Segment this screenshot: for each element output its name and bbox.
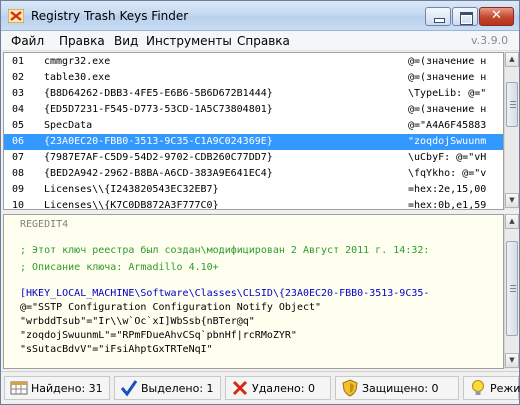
- status-found: Найдено: 31: [4, 376, 110, 400]
- grip-line: [510, 104, 516, 105]
- menu-help[interactable]: Справка: [237, 34, 290, 48]
- row-index: 05: [12, 120, 25, 131]
- protected-count-label: Защищено: 0: [362, 382, 439, 395]
- row-value: @=(значение н: [408, 104, 487, 115]
- menu-tools[interactable]: Инструменты: [146, 34, 232, 48]
- reg-comment-description: ; Описание ключа: Armadillo 4.10+: [20, 262, 219, 273]
- reg-value-line: "sSutacBdvV"="iFsiAhptGxTRTeNqI": [20, 344, 213, 355]
- lightbulb-icon: [472, 380, 484, 395]
- row-index: 06: [12, 136, 25, 147]
- row-key-name: cmmgr32.exe: [44, 56, 111, 67]
- window-title: Registry Trash Keys Finder: [31, 9, 189, 23]
- title-bar: Registry Trash Keys Finder: [1, 1, 519, 31]
- reg-key-path: [HKEY_LOCAL_MACHINE\Software\Classes\CLS…: [20, 288, 430, 299]
- grip-line: [510, 288, 516, 289]
- row-index: 04: [12, 104, 25, 115]
- menu-view[interactable]: Вид: [114, 34, 138, 48]
- reg-value-line: "wrbddTsub"="Ir\\w`Oc`xI]WbSsb{nBTer@q": [20, 316, 255, 327]
- row-index: 09: [12, 184, 25, 195]
- grip-line: [510, 291, 516, 292]
- grid-icon: [10, 381, 28, 395]
- list-row[interactable]: 04 {ED5D7231-F545-D773-53CD-1A5C73804801…: [4, 102, 503, 118]
- row-value: \uCbyF: @="vH: [408, 152, 487, 163]
- row-value: "zoqdojSwuunm: [408, 136, 487, 147]
- row-key-name: SpecData: [44, 120, 93, 131]
- app-window: Registry Trash Keys Finder Файл Правка В…: [0, 0, 520, 405]
- list-row[interactable]: 03 {B8D64262-DBB3-4FE5-E6B6-5B6D672B1444…: [4, 86, 503, 102]
- close-button[interactable]: [479, 7, 514, 26]
- row-value: @=(значение н: [408, 56, 487, 67]
- scroll-thumb[interactable]: [506, 241, 518, 336]
- version-label: v.3.9.0: [471, 34, 509, 47]
- shield-icon: [342, 379, 358, 397]
- reg-value-line: @="SSTP Configuration Configuration Noti…: [20, 302, 322, 313]
- row-index: 07: [12, 152, 25, 163]
- status-bar: Найдено: 31 Выделено: 1 Удалено: 0 Защищ…: [1, 371, 520, 404]
- scroll-down-arrow-icon[interactable]: ▼: [505, 353, 519, 368]
- row-index: 01: [12, 56, 25, 67]
- found-count-label: Найдено: 31: [31, 382, 103, 395]
- reg-comment-modified: ; Этот ключ реестра был создан\модифицир…: [20, 245, 430, 256]
- list-row[interactable]: 10 Licenses\\{K7C0DB872A3F777C0} =hex:0b…: [4, 198, 503, 210]
- status-protected: Защищено: 0: [335, 376, 459, 400]
- delete-x-icon: [232, 380, 248, 396]
- row-value: @=(значение н: [408, 72, 487, 83]
- grip-line: [510, 107, 516, 108]
- row-value: \fqYkho: @="v: [408, 168, 487, 179]
- status-selected: Выделено: 1: [114, 376, 221, 400]
- list-row-selected[interactable]: 06 {23A0EC20-FBB0-3513-9C35-C1A9C024369E…: [4, 134, 503, 150]
- selected-count-label: Выделено: 1: [141, 382, 214, 395]
- menu-bar: Файл Правка Вид Инструменты Справка v.3.…: [1, 31, 519, 51]
- registry-text-pane[interactable]: REGEDIT4 ; Этот ключ реестра был создан\…: [3, 214, 504, 369]
- scroll-thumb[interactable]: [506, 82, 518, 127]
- row-key-name: {7987E7AF-C5D9-54D2-9702-CDB260C77DD7}: [44, 152, 273, 163]
- reg-value-line: "zoqdojSwuunmL"="RPmFDueAhvCSq`pbnHf|rcR…: [20, 330, 297, 341]
- list-row[interactable]: 08 {BED2A942-2962-B8BA-A6CD-383A9E641EC4…: [4, 166, 503, 182]
- row-key-name: {B8D64262-DBB3-4FE5-E6B6-5B6D672B1444}: [44, 88, 273, 99]
- scroll-down-arrow-icon[interactable]: ▼: [505, 193, 519, 208]
- grip-line: [510, 101, 516, 102]
- list-row[interactable]: 09 Licenses\\{I243820543EC32EB7} =hex:2e…: [4, 182, 503, 198]
- grip-line: [510, 285, 516, 286]
- mode-label: Режи: [490, 382, 520, 395]
- row-key-name: Licenses\\{K7C0DB872A3F777C0}: [44, 200, 219, 210]
- list-row[interactable]: 01 cmmgr32.exe @=(значение н: [4, 54, 503, 70]
- row-index: 10: [12, 200, 25, 210]
- row-index: 08: [12, 168, 25, 179]
- status-deleted: Удалено: 0: [225, 376, 331, 400]
- list-scrollbar[interactable]: ▲ ▼: [504, 52, 519, 210]
- list-row[interactable]: 07 {7987E7AF-C5D9-54D2-9702-CDB260C77DD7…: [4, 150, 503, 166]
- row-key-name: table30.exe: [44, 72, 111, 83]
- row-value: @="A4A6F45883: [408, 120, 487, 131]
- maximize-button[interactable]: [452, 7, 478, 26]
- text-scrollbar[interactable]: ▲ ▼: [504, 214, 519, 369]
- menu-file[interactable]: Файл: [11, 34, 44, 48]
- row-key-name: {BED2A942-2962-B8BA-A6CD-383A9E641EC4}: [44, 168, 273, 179]
- row-key-name: {ED5D7231-F545-D773-53CD-1A5C73804801}: [44, 104, 273, 115]
- row-key-name: {23A0EC20-FBB0-3513-9C35-C1A9C024369E}: [44, 136, 273, 147]
- row-value: \TypeLib: @=": [408, 88, 487, 99]
- status-mode: Режи: [463, 376, 520, 400]
- deleted-count-label: Удалено: 0: [252, 382, 315, 395]
- scroll-up-arrow-icon[interactable]: ▲: [505, 52, 519, 67]
- row-key-name: Licenses\\{I243820543EC32EB7}: [44, 184, 219, 195]
- list-row[interactable]: 02 table30.exe @=(значение н: [4, 70, 503, 86]
- list-row[interactable]: 05 SpecData @="A4A6F45883: [4, 118, 503, 134]
- row-value: =hex:2e,15,00: [408, 184, 487, 195]
- scroll-up-arrow-icon[interactable]: ▲: [505, 214, 519, 229]
- row-value: =hex:0b,e1,59: [408, 200, 487, 210]
- menu-edit[interactable]: Правка: [59, 34, 105, 48]
- row-index: 02: [12, 72, 25, 83]
- reg-header: REGEDIT4: [20, 219, 69, 230]
- row-index: 03: [12, 88, 25, 99]
- checkmark-icon: [120, 380, 138, 397]
- minimize-button[interactable]: [425, 7, 451, 26]
- trash-keys-list[interactable]: 01 cmmgr32.exe @=(значение н 02 table30.…: [3, 52, 504, 210]
- app-icon: [8, 9, 24, 23]
